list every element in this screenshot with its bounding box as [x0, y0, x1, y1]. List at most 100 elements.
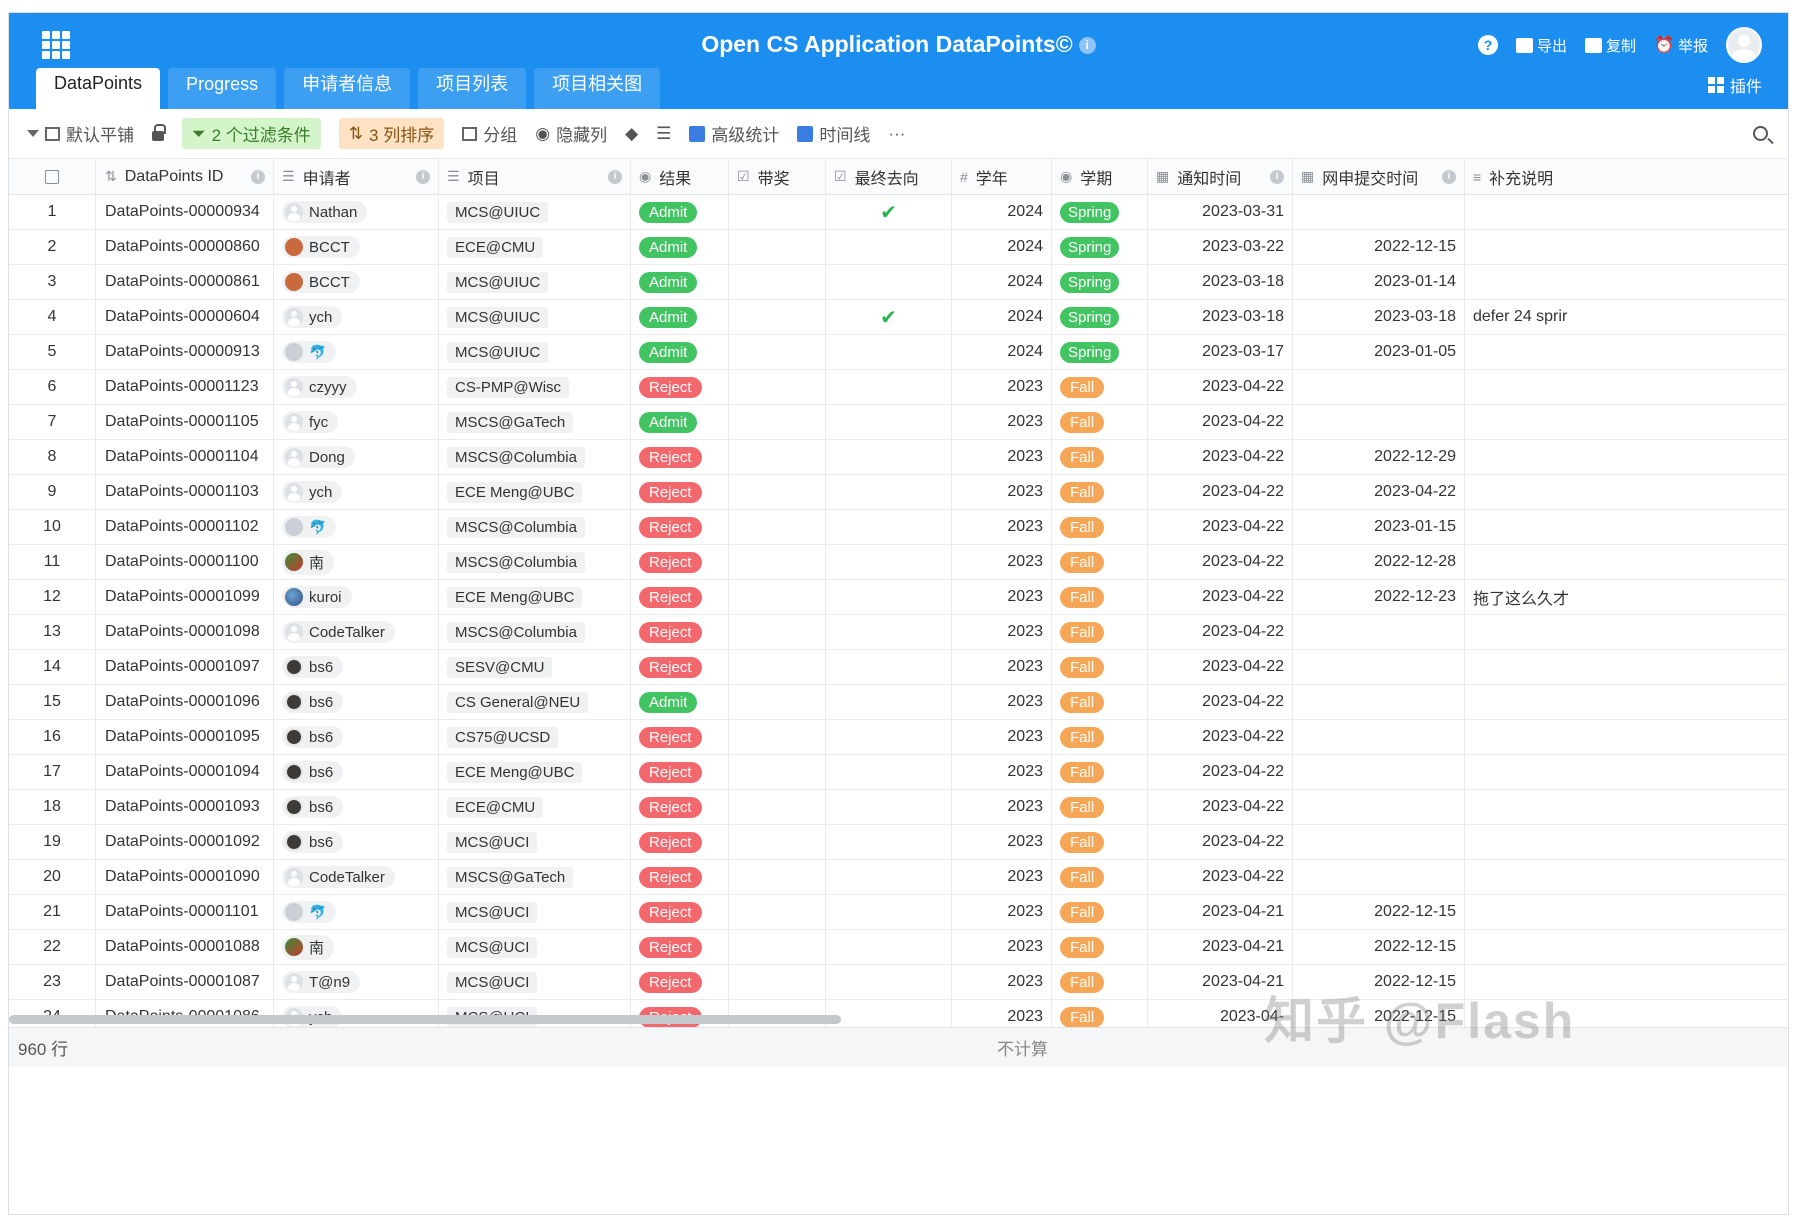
- scholarship-cell[interactable]: [729, 230, 826, 264]
- column-header[interactable]: ☰ 申请者 i: [274, 159, 439, 194]
- year-cell[interactable]: 2023: [952, 650, 1052, 684]
- program-cell[interactable]: MCS@UCI: [439, 825, 631, 859]
- program-cell[interactable]: MCS@UCI: [439, 930, 631, 964]
- year-cell[interactable]: 2023: [952, 405, 1052, 439]
- program-cell[interactable]: ECE@CMU: [439, 230, 631, 264]
- program-cell[interactable]: ECE Meng@UBC: [439, 580, 631, 614]
- notify-date-cell[interactable]: 2023-04-22: [1148, 825, 1293, 859]
- scholarship-cell[interactable]: [729, 930, 826, 964]
- year-cell[interactable]: 2023: [952, 825, 1052, 859]
- year-cell[interactable]: 2024: [952, 335, 1052, 369]
- note-cell[interactable]: [1465, 230, 1585, 264]
- final-choice-cell[interactable]: [826, 930, 952, 964]
- datapoint-id-cell[interactable]: DataPoints-00000861: [96, 265, 274, 299]
- datapoint-id-cell[interactable]: DataPoints-00001100: [96, 545, 274, 579]
- result-cell[interactable]: Admit: [631, 230, 729, 264]
- program-cell[interactable]: MSCS@Columbia: [439, 510, 631, 544]
- filter-button[interactable]: ⏷ 2 个过滤条件: [182, 118, 321, 149]
- notify-date-cell[interactable]: 2023-03-17: [1148, 335, 1293, 369]
- scholarship-cell[interactable]: [729, 720, 826, 754]
- notify-date-cell[interactable]: 2023-04-22: [1148, 510, 1293, 544]
- user-pill[interactable]: BCCT: [282, 236, 360, 258]
- submit-date-cell[interactable]: [1293, 825, 1465, 859]
- applicant-cell[interactable]: bs6: [274, 755, 439, 789]
- table-row[interactable]: 19 DataPoints-00001092 bs6 MCS@UCI Reject 202…: [9, 825, 1788, 860]
- table-row[interactable]: 21 DataPoints-00001101 🐬 MCS@UCI Reject 2023 F…: [9, 895, 1788, 930]
- note-cell[interactable]: [1465, 370, 1585, 404]
- scholarship-cell[interactable]: [729, 860, 826, 894]
- user-pill[interactable]: Dong: [282, 446, 355, 468]
- result-cell[interactable]: Reject: [631, 370, 729, 404]
- notify-date-cell[interactable]: 2023-04-22: [1148, 370, 1293, 404]
- result-cell[interactable]: Reject: [631, 860, 729, 894]
- year-cell[interactable]: 2023: [952, 475, 1052, 509]
- note-cell[interactable]: [1465, 720, 1585, 754]
- applicant-cell[interactable]: BCCT: [274, 265, 439, 299]
- note-cell[interactable]: [1465, 650, 1585, 684]
- year-cell[interactable]: 2023: [952, 895, 1052, 929]
- scholarship-cell[interactable]: [729, 300, 826, 334]
- datapoint-id-cell[interactable]: DataPoints-00001105: [96, 405, 274, 439]
- table-row[interactable]: 11 DataPoints-00001100 南 MSCS@Columbia Rejec…: [9, 545, 1788, 580]
- program-cell[interactable]: SESV@CMU: [439, 650, 631, 684]
- user-pill[interactable]: 🐬: [282, 341, 337, 363]
- datapoint-id-cell[interactable]: DataPoints-00001087: [96, 965, 274, 999]
- plugins-button[interactable]: 插件: [1707, 73, 1762, 97]
- user-pill[interactable]: bs6: [282, 691, 344, 713]
- datapoint-id-cell[interactable]: DataPoints-00001096: [96, 685, 274, 719]
- horizontal-scrollbar[interactable]: [9, 1015, 841, 1024]
- datapoint-id-cell[interactable]: DataPoints-00001097: [96, 650, 274, 684]
- group-button[interactable]: 分组: [462, 121, 517, 146]
- datapoint-id-cell[interactable]: DataPoints-00001090: [96, 860, 274, 894]
- final-choice-cell[interactable]: [826, 580, 952, 614]
- result-cell[interactable]: Reject: [631, 580, 729, 614]
- applicant-cell[interactable]: 🐬: [274, 895, 439, 929]
- term-cell[interactable]: Fall: [1052, 755, 1148, 789]
- submit-date-cell[interactable]: 2023-01-15: [1293, 510, 1465, 544]
- submit-date-cell[interactable]: 2022-12-15: [1293, 895, 1465, 929]
- table-row[interactable]: 10 DataPoints-00001102 🐬 MSCS@Columbia Rejec…: [9, 510, 1788, 545]
- notify-date-cell[interactable]: 2023-04-22: [1148, 860, 1293, 894]
- hide-columns-button[interactable]: ◉ 隐藏列: [535, 121, 607, 146]
- applicant-cell[interactable]: bs6: [274, 650, 439, 684]
- table-row[interactable]: 22 DataPoints-00001088 南 MCS@UCI Reject 2023 F…: [9, 930, 1788, 965]
- applicant-cell[interactable]: bs6: [274, 825, 439, 859]
- submit-date-cell[interactable]: 2023-03-18: [1293, 300, 1465, 334]
- calc-selector[interactable]: 不计算: [997, 1035, 1048, 1060]
- datapoint-id-cell[interactable]: DataPoints-00001101: [96, 895, 274, 929]
- view-switcher[interactable]: 默认平铺: [27, 121, 134, 146]
- submit-date-cell[interactable]: 2022-12-15: [1293, 230, 1465, 264]
- applicant-cell[interactable]: 🐬: [274, 335, 439, 369]
- year-cell[interactable]: 2023: [952, 930, 1052, 964]
- scholarship-cell[interactable]: [729, 370, 826, 404]
- notify-date-cell[interactable]: 2023-04-22: [1148, 615, 1293, 649]
- applicant-cell[interactable]: T@n9: [274, 965, 439, 999]
- note-cell[interactable]: defer 24 sprir: [1465, 300, 1585, 334]
- notify-date-cell[interactable]: 2023-04-22: [1148, 685, 1293, 719]
- scholarship-cell[interactable]: [729, 685, 826, 719]
- term-cell[interactable]: Fall: [1052, 615, 1148, 649]
- info-icon[interactable]: i: [1442, 169, 1456, 184]
- final-choice-cell[interactable]: [826, 230, 952, 264]
- note-cell[interactable]: [1465, 195, 1585, 229]
- table-row[interactable]: 12 DataPoints-00001099 kuroi ECE Meng@UBC Re…: [9, 580, 1788, 615]
- column-header[interactable]: ☑ 最终去向: [826, 159, 952, 194]
- column-header[interactable]: ▦ 通知时间 i: [1148, 159, 1293, 194]
- term-cell[interactable]: Spring: [1052, 230, 1148, 264]
- result-cell[interactable]: Reject: [631, 825, 729, 859]
- submit-date-cell[interactable]: 2023-01-05: [1293, 335, 1465, 369]
- submit-date-cell[interactable]: 2022-12-15: [1293, 930, 1465, 964]
- user-pill[interactable]: bs6: [282, 726, 344, 748]
- datapoint-id-cell[interactable]: DataPoints-00001098: [96, 615, 274, 649]
- user-pill[interactable]: ych: [282, 306, 343, 328]
- final-choice-cell[interactable]: ✔: [826, 300, 952, 334]
- program-cell[interactable]: MCS@UCI: [439, 895, 631, 929]
- term-cell[interactable]: Fall: [1052, 965, 1148, 999]
- final-choice-cell[interactable]: [826, 720, 952, 754]
- user-pill[interactable]: BCCT: [282, 271, 360, 293]
- table-row[interactable]: 3 DataPoints-00000861 BCCT MCS@UIUC Admit 202…: [9, 265, 1788, 300]
- final-choice-cell[interactable]: [826, 965, 952, 999]
- term-cell[interactable]: Fall: [1052, 650, 1148, 684]
- note-cell[interactable]: [1465, 790, 1585, 824]
- table-row[interactable]: 18 DataPoints-00001093 bs6 ECE@CMU Reject 202…: [9, 790, 1788, 825]
